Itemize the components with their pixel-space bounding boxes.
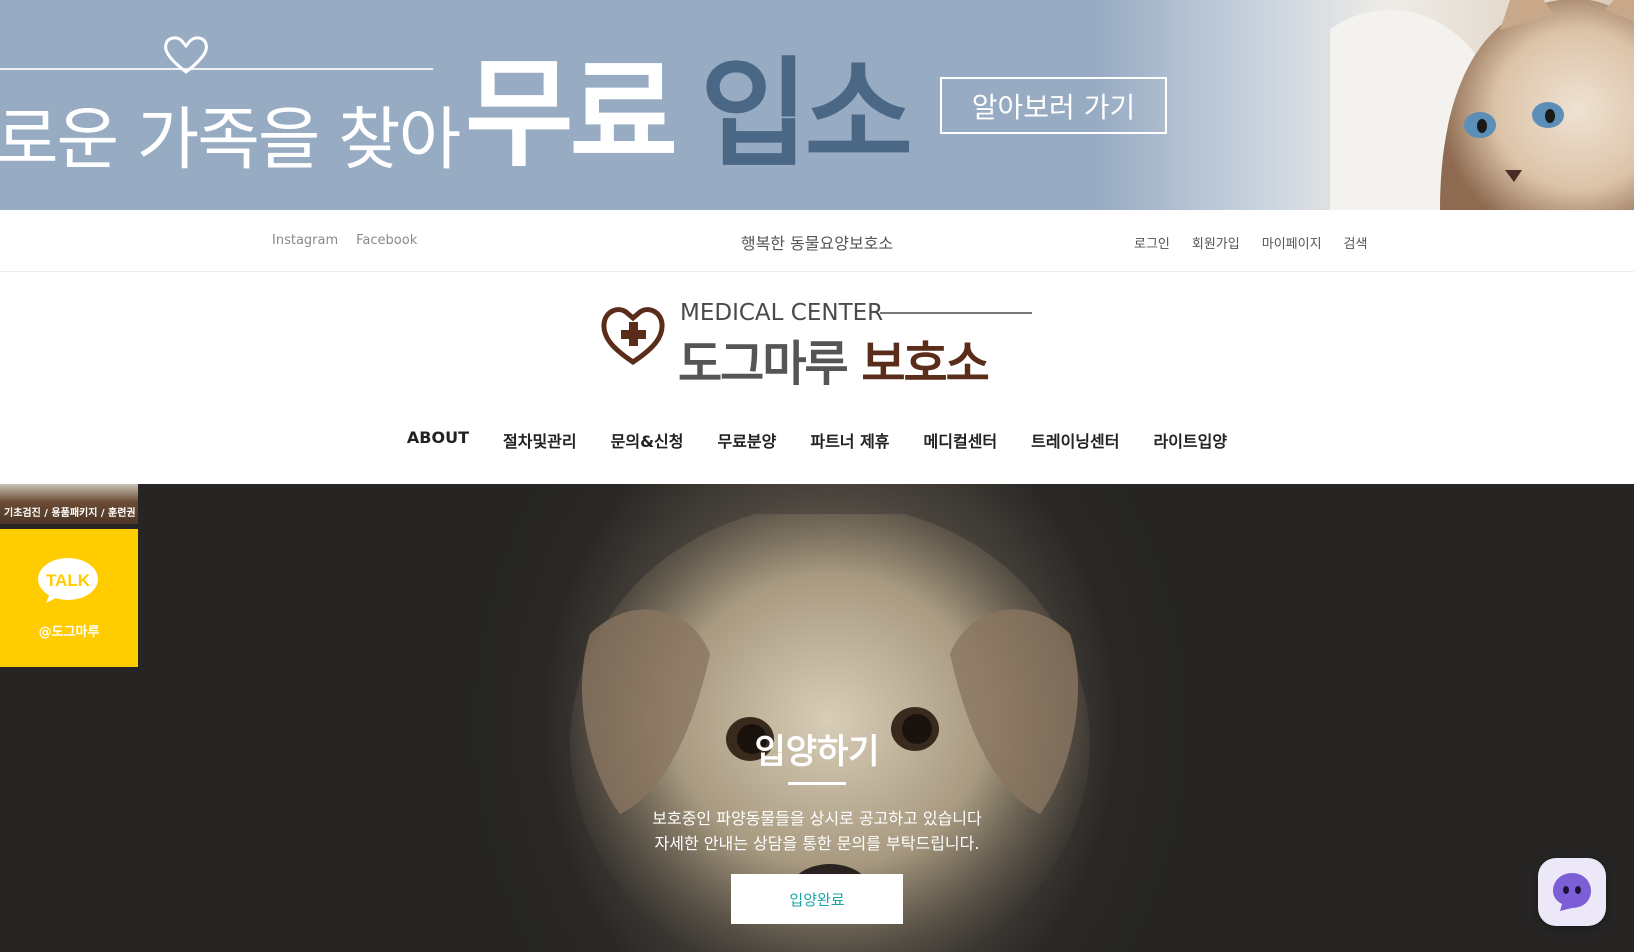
chat-bot-button[interactable] xyxy=(1538,858,1606,926)
nav-light-adoption[interactable]: 라이트입양 xyxy=(1136,428,1244,452)
main-nav: ABOUT 절차및관리 문의&신청 무료분양 파트너 제휴 메디컬센터 트레이닝… xyxy=(0,428,1634,452)
medical-heart-icon xyxy=(601,307,665,366)
hero-divider xyxy=(788,782,846,785)
nav-inquiry[interactable]: 문의&신청 xyxy=(594,428,701,452)
hero-section: 입양하기 보호중인 파양동물들을 상시로 공고하고 있습니다 자세한 안내는 상… xyxy=(0,484,1634,952)
nav-free-adoption[interactable]: 무료분양 xyxy=(700,428,793,452)
search-link[interactable]: 검색 xyxy=(1344,233,1368,252)
nav-procedure[interactable]: 절차및관리 xyxy=(486,428,594,452)
logo-title: 도그마루 보호소 xyxy=(678,324,990,394)
utility-bar: Instagram Facebook 행복한 동물요양보호소 로그인 회원가입 … xyxy=(0,210,1634,272)
signup-link[interactable]: 회원가입 xyxy=(1192,233,1240,252)
side-promo-label: 기초검진 / 용품패키지 / 훈련권 xyxy=(4,508,136,519)
kakao-talk-button[interactable]: TALK @도그마루 xyxy=(0,529,138,667)
chat-bot-icon xyxy=(1553,873,1591,911)
cat-photo xyxy=(1330,0,1634,210)
top-banner[interactable]: 로운 가족을 찾아 무료 입소 알아보러 가기 xyxy=(0,0,1634,210)
banner-entry-text: 입소 xyxy=(700,45,913,183)
logo-subtitle: MEDICAL CENTER xyxy=(680,300,884,326)
nav-partner[interactable]: 파트너 제휴 xyxy=(793,428,906,452)
logo-title-brown: 보호소 xyxy=(861,336,989,392)
banner-learn-more-button[interactable]: 알아보러 가기 xyxy=(940,77,1167,134)
kakao-label: @도그마루 xyxy=(38,625,100,640)
adoption-complete-button[interactable]: 입양완료 xyxy=(731,874,903,924)
site-tagline-wrap: 행복한 동물요양보호소 xyxy=(0,230,1634,254)
hero-desc-line1: 보호중인 파양동물들을 상시로 공고하고 있습니다 xyxy=(652,809,982,828)
nav-medical-center[interactable]: 메디컬센터 xyxy=(907,428,1015,452)
login-link[interactable]: 로그인 xyxy=(1134,233,1170,252)
hero-desc-line2: 자세한 안내는 상담을 통한 문의를 부탁드립니다. xyxy=(654,834,980,853)
logo-divider xyxy=(880,312,1032,314)
side-promo-banner[interactable]: 기초검진 / 용품패키지 / 훈련권 xyxy=(0,484,138,524)
site-tagline: 행복한 동물요양보호소 xyxy=(740,234,894,253)
heart-outline-icon xyxy=(164,36,208,74)
nav-training-center[interactable]: 트레이닝센터 xyxy=(1014,428,1136,452)
nav-about[interactable]: ABOUT xyxy=(390,428,486,452)
logo-title-gray: 도그마루 xyxy=(678,336,849,392)
hero-title: 입양하기 xyxy=(754,732,880,772)
kakao-talk-icon: TALK xyxy=(38,558,98,603)
account-links: 로그인 회원가입 마이페이지 검색 xyxy=(1134,233,1367,252)
mypage-link[interactable]: 마이페이지 xyxy=(1262,233,1322,252)
banner-divider xyxy=(0,68,433,70)
kakao-talk-icon-text: TALK xyxy=(46,571,91,590)
site-logo[interactable]: MEDICAL CENTER 도그마루 보호소 xyxy=(600,298,1040,392)
hero-description: 보호중인 파양동물들을 상시로 공고하고 있습니다 자세한 안내는 상담을 통한… xyxy=(0,806,1634,856)
banner-free-text: 무료 xyxy=(465,45,678,183)
banner-headline: 로운 가족을 찾아 xyxy=(0,101,461,180)
